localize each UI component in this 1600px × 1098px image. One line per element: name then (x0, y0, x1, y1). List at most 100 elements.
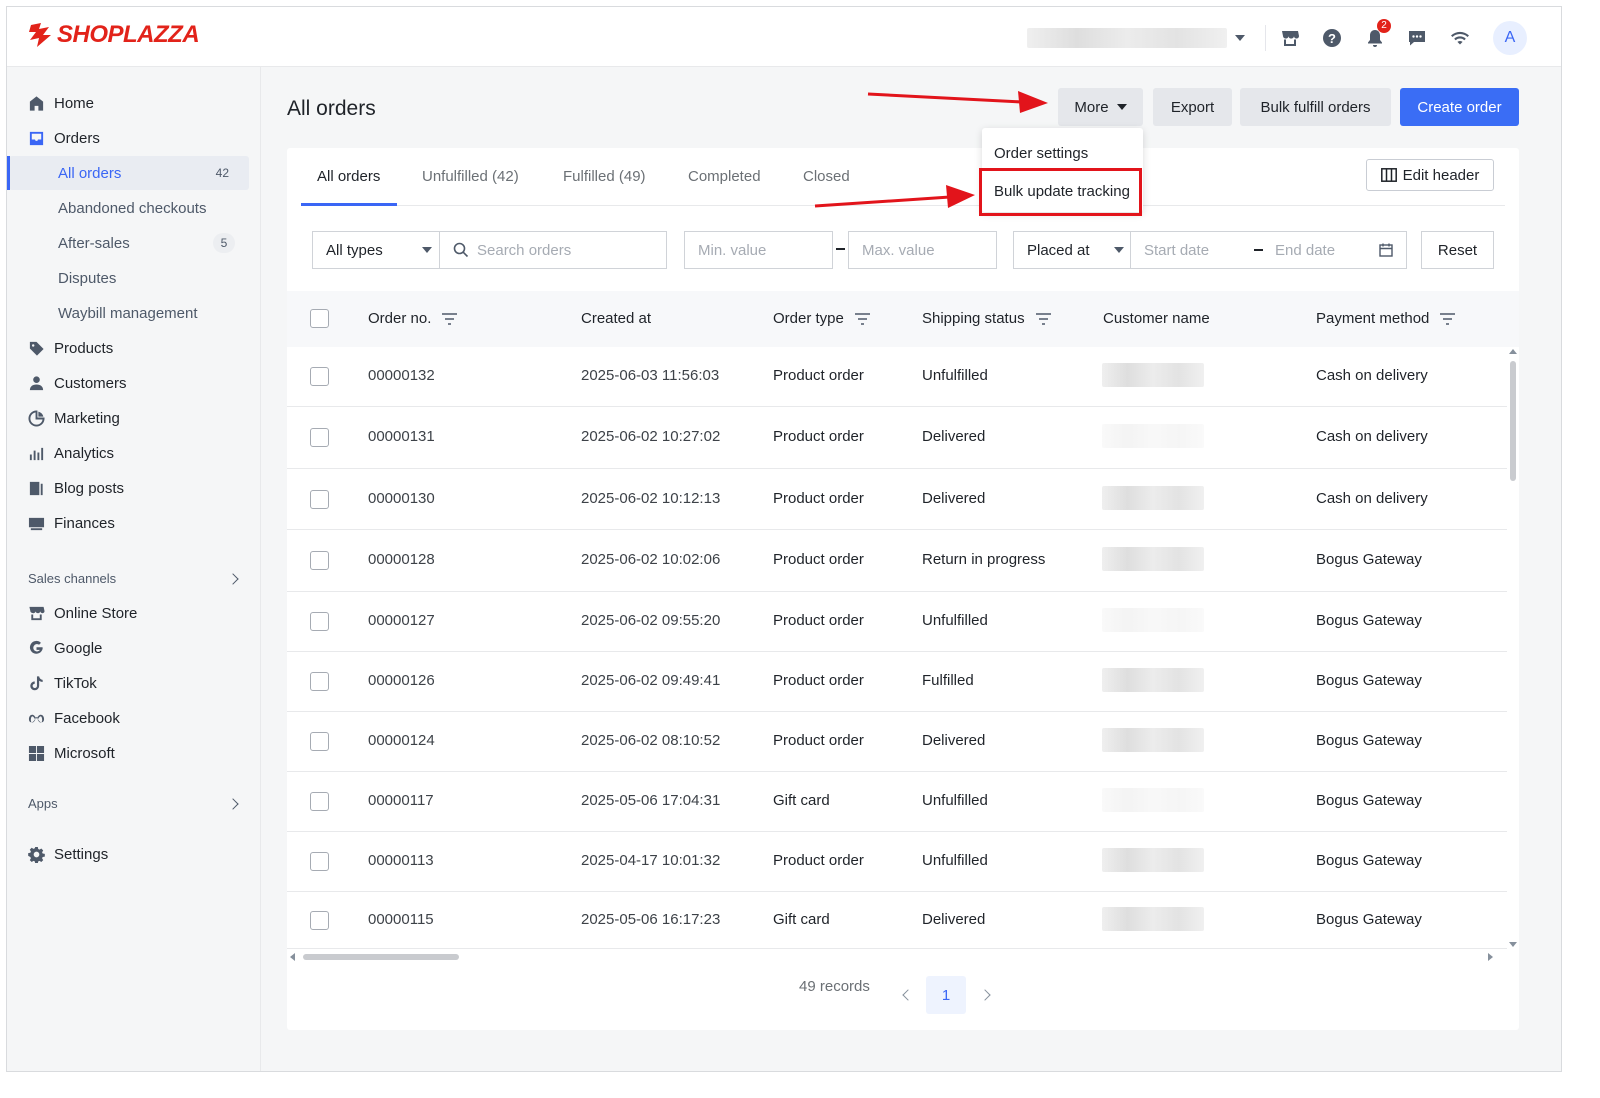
table-row[interactable]: 00000127 2025-06-02 09:55:20 Product order… (287, 592, 1507, 652)
table-row[interactable]: 00000130 2025-06-02 10:12:13 Product order… (287, 469, 1507, 530)
column-label: Created at (581, 310, 652, 327)
select-all-checkbox[interactable] (310, 309, 329, 328)
row-checkbox[interactable] (310, 612, 329, 631)
order-number[interactable]: 00000130 (368, 490, 435, 507)
table-row[interactable]: 00000132 2025-06-03 11:56:03 Product order… (287, 347, 1507, 407)
row-checkbox[interactable] (310, 792, 329, 811)
help-icon[interactable]: ? (1319, 25, 1345, 51)
scroll-up-icon[interactable] (1509, 349, 1517, 354)
sidebar-item-settings[interactable]: Settings (7, 837, 261, 871)
sidebar-item-blog-posts[interactable]: Blog posts (7, 471, 261, 505)
tab-completed[interactable]: Completed (688, 168, 761, 185)
chevron-right-icon[interactable] (979, 989, 991, 1001)
avatar[interactable]: A (1493, 21, 1527, 55)
bulk-fulfill-orders-button[interactable]: Bulk fulfill orders (1240, 88, 1391, 126)
min-value-input[interactable]: Min. value (684, 231, 833, 269)
order-type-select[interactable]: All types (312, 231, 440, 269)
column-shipping-status[interactable]: Shipping status (922, 310, 1052, 327)
sidebar-item-tiktok[interactable]: TikTok (7, 666, 261, 700)
sidebar-item-analytics[interactable]: Analytics (7, 436, 261, 470)
table-row[interactable]: 00000128 2025-06-02 10:02:06 Product order… (287, 530, 1507, 592)
menu-item-order-settings[interactable]: Order settings (994, 145, 1088, 162)
vertical-scrollbar[interactable] (1507, 347, 1519, 949)
sidebar-item-after-sales[interactable]: After-sales 5 (7, 226, 261, 260)
column-order-type[interactable]: Order type (773, 310, 871, 327)
shoplazza-logo[interactable]: SHOPLAZZA (27, 21, 200, 49)
sidebar-item-facebook[interactable]: Facebook (7, 701, 261, 735)
chat-icon[interactable] (1404, 25, 1430, 51)
sidebar-item-finances[interactable]: Finances (7, 506, 261, 540)
sidebar-item-abandoned-checkouts[interactable]: Abandoned checkouts (7, 191, 261, 225)
column-order-no[interactable]: Order no. (368, 310, 458, 327)
scrollbar-thumb[interactable] (1510, 361, 1516, 481)
sidebar-item-google[interactable]: Google (7, 631, 261, 665)
filter-icon[interactable] (441, 312, 458, 325)
sidebar-item-microsoft[interactable]: Microsoft (7, 736, 261, 770)
filter-icon[interactable] (1035, 312, 1052, 325)
date-field-select[interactable]: Placed at (1013, 231, 1131, 269)
order-number[interactable]: 00000117 (368, 792, 434, 809)
scroll-down-icon[interactable] (1509, 942, 1517, 947)
order-number[interactable]: 00000132 (368, 367, 435, 384)
scroll-right-icon[interactable] (1488, 953, 1493, 961)
export-button[interactable]: Export (1153, 88, 1232, 126)
order-number[interactable]: 00000124 (368, 732, 435, 749)
chevron-right-icon[interactable] (227, 573, 239, 585)
chevron-left-icon[interactable] (902, 989, 914, 1001)
store-selector[interactable] (1027, 27, 1247, 49)
date-range-picker[interactable]: Start date End date (1130, 231, 1407, 269)
sidebar-item-products[interactable]: Products (7, 331, 261, 365)
tab-closed[interactable]: Closed (803, 168, 850, 185)
order-number[interactable]: 00000127 (368, 612, 435, 629)
table-row[interactable]: 00000126 2025-06-02 09:49:41 Product order… (287, 652, 1507, 712)
table-row[interactable]: 00000115 2025-05-06 16:17:23 Gift card Deli… (287, 892, 1507, 949)
sidebar-item-orders[interactable]: Orders (7, 121, 261, 155)
order-type: Product order (773, 672, 864, 689)
row-checkbox[interactable] (310, 428, 329, 447)
table-row[interactable]: 00000113 2025-04-17 10:01:32 Product order… (287, 832, 1507, 892)
sidebar-item-all-orders[interactable]: All orders 42 (7, 156, 249, 190)
tab-all-orders[interactable]: All orders (317, 168, 380, 185)
search-input[interactable]: Search orders (439, 231, 667, 269)
bell-icon[interactable]: 2 (1362, 19, 1391, 51)
edit-header-button[interactable]: Edit header (1366, 159, 1494, 191)
row-checkbox[interactable] (310, 551, 329, 570)
row-checkbox[interactable] (310, 852, 329, 871)
sidebar-item-home[interactable]: Home (7, 86, 261, 120)
row-checkbox[interactable] (310, 672, 329, 691)
chevron-right-icon[interactable] (227, 798, 239, 810)
table-row[interactable]: 00000117 2025-05-06 17:04:31 Gift card Unfu… (287, 772, 1507, 832)
sidebar-item-marketing[interactable]: Marketing (7, 401, 261, 435)
order-number[interactable]: 00000115 (368, 911, 434, 928)
row-checkbox[interactable] (310, 911, 329, 930)
row-checkbox[interactable] (310, 732, 329, 751)
sidebar-item-waybill-management[interactable]: Waybill management (7, 296, 261, 330)
store-icon[interactable] (1277, 25, 1303, 51)
row-checkbox[interactable] (310, 367, 329, 386)
order-number[interactable]: 00000128 (368, 551, 435, 568)
scrollbar-thumb[interactable] (303, 954, 459, 960)
horizontal-scrollbar[interactable] (287, 949, 1507, 965)
filter-icon[interactable] (1439, 312, 1456, 325)
sidebar-item-disputes[interactable]: Disputes (7, 261, 261, 295)
table-row[interactable]: 00000131 2025-06-02 10:27:02 Product order… (287, 407, 1507, 469)
create-order-button[interactable]: Create order (1400, 88, 1519, 126)
scroll-left-icon[interactable] (290, 953, 295, 961)
sidebar-item-customers[interactable]: Customers (7, 366, 261, 400)
order-number[interactable]: 00000131 (368, 428, 435, 445)
wifi-icon[interactable] (1447, 25, 1473, 51)
table-row[interactable]: 00000124 2025-06-02 08:10:52 Product order… (287, 712, 1507, 772)
more-button[interactable]: More (1058, 88, 1143, 126)
column-payment-method[interactable]: Payment method (1316, 310, 1456, 327)
sidebar-item-online-store[interactable]: Online Store (7, 596, 261, 630)
row-checkbox[interactable] (310, 490, 329, 509)
max-value-input[interactable]: Max. value (848, 231, 997, 269)
reset-button[interactable]: Reset (1421, 231, 1494, 269)
store-name-redacted (1027, 28, 1227, 48)
tab-fulfilled[interactable]: Fulfilled (49) (563, 168, 646, 185)
order-number[interactable]: 00000113 (368, 852, 434, 869)
page-button-current[interactable]: 1 (926, 976, 966, 1014)
order-number[interactable]: 00000126 (368, 672, 435, 689)
tab-unfulfilled[interactable]: Unfulfilled (42) (422, 168, 519, 185)
filter-icon[interactable] (854, 312, 871, 325)
